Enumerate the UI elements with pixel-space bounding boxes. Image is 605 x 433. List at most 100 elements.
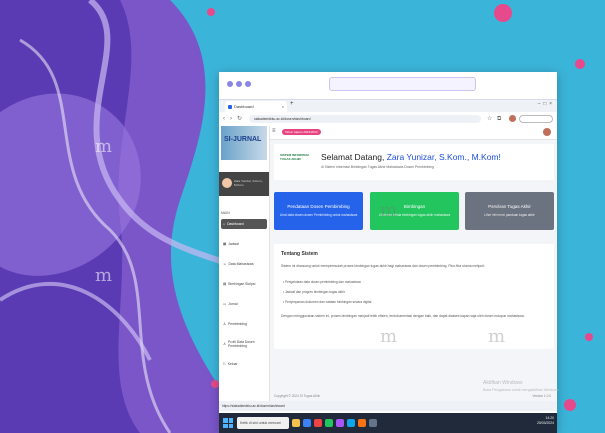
chrome-icon[interactable] xyxy=(314,419,322,427)
edge-icon[interactable] xyxy=(303,419,311,427)
clock-date: 25/03/2024 xyxy=(537,421,554,425)
profile-avatar[interactable] xyxy=(509,115,516,122)
card-title: Panduan Tugas Akhir xyxy=(488,204,531,209)
status-badge: Tahun Ajaran 2023/2024 xyxy=(282,129,321,135)
list-item-text: Pengelolaan data dosen pembimbing dan ma… xyxy=(285,280,361,284)
back-icon[interactable]: ‹ xyxy=(223,115,225,123)
footer-copyright: Copyright © 2024 SI Tugas Akhir xyxy=(274,394,321,398)
forward-icon[interactable]: › xyxy=(230,115,232,123)
watermark: m xyxy=(488,326,506,347)
sidebar-item-label: Pembimbing xyxy=(228,322,247,326)
section-title: Tentang Sistem xyxy=(281,251,318,257)
user-name: Zara Yunizar, S.Kom., M.Kom xyxy=(234,179,264,187)
sidebar-item-label: Jurnal xyxy=(228,302,238,306)
calendar-icon: ▦ xyxy=(223,242,227,246)
window-dot-icon xyxy=(236,81,242,87)
page-subtitle: di Sistem Informasi Bimbingan Tugas Akhi… xyxy=(321,165,434,169)
window-dot-icon xyxy=(245,81,251,87)
sidebar-item-profil[interactable]: ♙ Profil Data Dosen Pembimbing xyxy=(221,339,267,349)
watermark: m xyxy=(380,326,398,347)
page-title: Selamat Datang, Zara Yunizar, S.Kom., M.… xyxy=(321,152,501,162)
app-icon[interactable] xyxy=(325,419,333,427)
welcome-card: SISTEM INFORMASI TUGAS AKHIR Selamat Dat… xyxy=(274,144,554,180)
activate-line2: Buka Pengaturan untuk mengaktifkan Windo… xyxy=(483,388,560,392)
sidebar-item-dashboard[interactable]: ⌂ Dashboard xyxy=(221,219,267,229)
list-item: • Pengelolaan data dosen pembimbing dan … xyxy=(283,280,361,284)
app-icon[interactable] xyxy=(336,419,344,427)
browser-window: Dashboard × + – □ × ‹ › ↻ siakadstmikku.… xyxy=(219,72,557,433)
sidebar-item-jurnal[interactable]: ▭ Jurnal xyxy=(221,299,267,309)
avatar xyxy=(222,178,232,188)
logout-icon: ⎋ xyxy=(223,362,226,366)
app-icon[interactable] xyxy=(347,419,355,427)
taskbar: Ketik di sini untuk mencari 14:20 25/03/… xyxy=(219,413,557,433)
reload-icon[interactable]: ↻ xyxy=(237,115,242,123)
browser-statusbar: https://siakadstmikku.ac.id/dosen/dashbo… xyxy=(219,401,557,411)
url-input[interactable]: siakadstmikku.ac.id/dosen/dashboard xyxy=(249,115,481,123)
sidebar-item-label: Jadwal xyxy=(228,242,239,246)
footer-version: Version 1.0.0 xyxy=(532,394,551,398)
sidebar-item-bimbingan[interactable]: ▤ Bimbingan Skripsi xyxy=(221,279,267,289)
watermark: m xyxy=(488,200,506,221)
book-icon: ▤ xyxy=(223,282,227,286)
mockup-url-pill xyxy=(329,77,476,91)
file-explorer-icon[interactable] xyxy=(292,419,300,427)
watermark: m xyxy=(380,200,398,221)
institution-logo: SISTEM INFORMASI TUGAS AKHIR xyxy=(280,153,309,161)
sidebar-item-keluar[interactable]: ⎋ Keluar xyxy=(221,359,267,369)
card-title: Pendataan Dosen Pembimbing xyxy=(287,204,350,209)
browser-tab[interactable]: Dashboard × xyxy=(225,101,287,112)
user-panel: Zara Yunizar, S.Kom., M.Kom xyxy=(219,172,269,196)
window-titlebar xyxy=(219,72,557,100)
main-content: ≡ Tahun Ajaran 2023/2024 SISTEM INFORMAS… xyxy=(270,126,557,401)
list-item-text: Jadwal dan progres bimbingan tugas akhir xyxy=(285,290,345,294)
favicon-icon xyxy=(228,104,232,109)
taskbar-search-input[interactable]: Ketik di sini untuk mencari xyxy=(237,417,289,429)
browser-tab-title: Dashboard xyxy=(234,104,254,109)
app-logo[interactable]: SI-JURNAL xyxy=(221,126,267,160)
browser-tabbar: Dashboard × + – □ × xyxy=(219,100,557,112)
window-dot-icon xyxy=(227,81,233,87)
list-item: • Penyimpanan dokumen dan catatan bimbin… xyxy=(283,300,372,304)
sidebar-item-label: Bimbingan Skripsi xyxy=(228,282,256,286)
address-bar: ‹ › ↻ siakadstmikku.ac.id/dosen/dashboar… xyxy=(219,112,557,127)
activate-line1: Aktifkan Windows xyxy=(483,380,523,386)
new-tab-icon[interactable]: + xyxy=(290,101,294,107)
card-desc: Lihat data dosen-dosen Pembimbing untuk … xyxy=(279,213,358,217)
web-app: SI-JURNAL Zara Yunizar, S.Kom., M.Kom MA… xyxy=(219,126,557,401)
app-icon[interactable] xyxy=(358,419,366,427)
sidebar-item-jadwal[interactable]: ▦ Jadwal xyxy=(221,239,267,249)
window-controls[interactable]: – □ × xyxy=(538,101,552,107)
avatar[interactable] xyxy=(543,128,551,136)
menu-heading: MAIN xyxy=(221,211,230,215)
windows-start-icon[interactable] xyxy=(223,418,233,428)
sidebar-item-label: Data Mahasiswa xyxy=(228,262,254,266)
extensions-icon[interactable]: ⧉ xyxy=(497,115,501,123)
user-name-highlight: Zara Yunizar, S.Kom., M.Kom! xyxy=(386,152,501,162)
app-topbar: ≡ Tahun Ajaran 2023/2024 xyxy=(270,126,557,140)
list-item-text: Penyimpanan dokumen dan catatan bimbinga… xyxy=(285,300,372,304)
about-intro: Sistem ini dirancang untuk mempermudah p… xyxy=(281,264,485,268)
card-desc: Lihat informasi panduan tugas akhir xyxy=(484,213,535,217)
sidebar-item-mahasiswa[interactable]: ☺ Data Mahasiswa xyxy=(221,259,267,269)
watermark: m xyxy=(95,136,113,157)
browser-menu-button[interactable] xyxy=(519,115,553,123)
sidebar-item-pembimbing[interactable]: ♙ Pembimbing xyxy=(221,319,267,329)
activate-windows-notice: Aktifkan Windows Buka Pengaturan untuk m… xyxy=(483,380,560,394)
sidebar: SI-JURNAL Zara Yunizar, S.Kom., M.Kom MA… xyxy=(219,126,270,401)
star-icon[interactable]: ☆ xyxy=(487,115,492,123)
about-section: Tentang Sistem Sistem ini dirancang untu… xyxy=(274,244,554,349)
list-item: • Jadwal dan progres bimbingan tugas akh… xyxy=(283,290,345,294)
close-tab-icon[interactable]: × xyxy=(282,104,284,109)
menu-toggle-icon[interactable]: ≡ xyxy=(272,128,276,134)
card-pendataan-dosen[interactable]: Pendataan Dosen Pembimbing Lihat data do… xyxy=(274,192,363,230)
home-icon: ⌂ xyxy=(223,222,226,226)
taskbar-clock[interactable]: 14:20 25/03/2024 xyxy=(537,416,554,426)
app-icon[interactable] xyxy=(369,419,377,427)
about-closing: Dengan menggunakan sistem ini, proses bi… xyxy=(281,314,525,318)
user-icon: ♙ xyxy=(223,322,227,326)
sidebar-item-label: Dashboard xyxy=(227,222,244,226)
sidebar-item-label: Profil Data Dosen Pembimbing xyxy=(228,340,255,348)
card-panduan[interactable]: Panduan Tugas Akhir Lihat informasi pand… xyxy=(465,192,554,230)
greeting-text: Selamat Datang, xyxy=(321,152,385,162)
